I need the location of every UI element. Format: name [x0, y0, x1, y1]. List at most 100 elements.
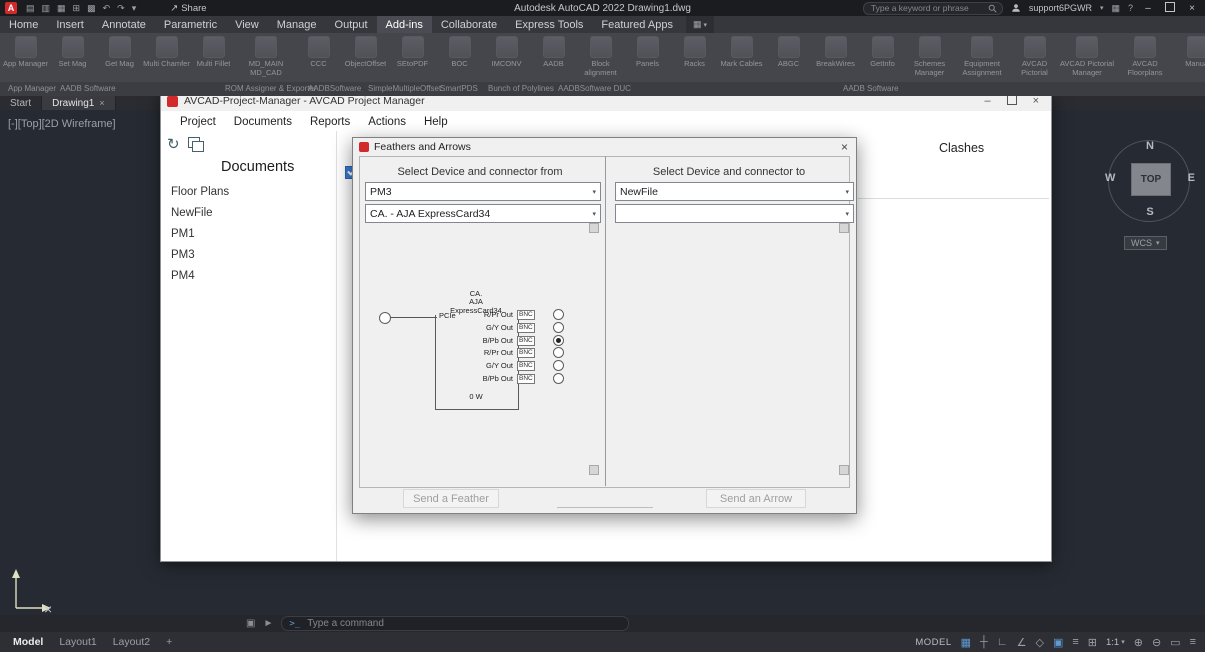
pm-menu-actions[interactable]: Actions: [359, 116, 415, 128]
ribbon-button-equipment-assignment[interactable]: Equipment Assignment: [953, 36, 1011, 77]
tab-parametric[interactable]: Parametric: [155, 16, 226, 33]
dialog-close-button[interactable]: ×: [841, 140, 848, 154]
ribbon-button-app-manager[interactable]: App Manager: [2, 36, 49, 69]
ribbon-group-label[interactable]: SmartPDS: [440, 84, 478, 93]
wcs-selector[interactable]: WCS ▾: [1124, 236, 1167, 250]
ribbon-group-label[interactable]: AADBSoftware: [308, 84, 361, 93]
layout-tab-layout2[interactable]: Layout2: [113, 636, 150, 648]
tab-output[interactable]: Output: [326, 16, 377, 33]
maximize-button[interactable]: [1163, 1, 1177, 15]
polar-icon[interactable]: ∠: [1017, 636, 1027, 649]
ribbon-button-aadb[interactable]: AADB: [530, 36, 577, 69]
search-input[interactable]: [868, 2, 985, 14]
new-file-icon[interactable]: ▤: [26, 0, 35, 16]
undo-icon[interactable]: ↶: [103, 0, 111, 16]
save-file-icon[interactable]: ▦: [57, 0, 66, 16]
ribbon-button-imconv[interactable]: IMCONV: [483, 36, 530, 69]
pm-minimize-button[interactable]: –: [984, 95, 990, 107]
command-input-box[interactable]: >_: [281, 616, 630, 631]
tab-collaborate[interactable]: Collaborate: [432, 16, 506, 33]
qat-dropdown-icon[interactable]: ▾: [132, 0, 137, 16]
file-tab-drawing1[interactable]: Drawing1 ×: [42, 96, 116, 110]
scroll-nub[interactable]: [839, 465, 849, 475]
ribbon-button-racks[interactable]: Racks: [671, 36, 718, 69]
ribbon-button-mark-cables[interactable]: Mark Cables: [718, 36, 765, 69]
ribbon-button-avcad-floorplans[interactable]: AVCAD Floorplans: [1116, 36, 1174, 77]
minimize-button[interactable]: –: [1141, 3, 1155, 14]
share-button[interactable]: ↗ Share: [170, 3, 206, 14]
pm-menu-reports[interactable]: Reports: [301, 116, 359, 128]
ribbon-group-label[interactable]: App Manager: [8, 84, 56, 93]
dynamic-input-icon[interactable]: ⊞: [1088, 636, 1097, 649]
send-arrow-button[interactable]: Send an Arrow: [706, 489, 806, 508]
search-icon[interactable]: [988, 4, 997, 13]
tab-express-tools[interactable]: Express Tools: [506, 16, 592, 33]
file-tab-start[interactable]: Start: [0, 96, 43, 110]
from-device-select[interactable]: PM3 ▾: [365, 182, 601, 201]
annotation-visibility-icon[interactable]: ⊕: [1134, 636, 1143, 649]
customization-icon[interactable]: ≡: [1190, 636, 1196, 648]
scroll-nub[interactable]: [589, 223, 599, 233]
account-caret-icon[interactable]: ▾: [1100, 4, 1104, 12]
to-connector-select[interactable]: ▾: [615, 204, 854, 223]
document-item-floor-plans[interactable]: Floor Plans: [169, 181, 329, 202]
viewcube-west[interactable]: W: [1105, 172, 1115, 184]
plot-icon[interactable]: ▩: [87, 0, 96, 16]
tab-manage[interactable]: Manage: [268, 16, 326, 33]
dialog-titlebar[interactable]: Feathers and Arrows ×: [353, 138, 856, 156]
ribbon-button-abgc[interactable]: ABGC: [765, 36, 812, 69]
ribbon-group-label[interactable]: SimpleMultipleOffset: [368, 84, 441, 93]
tab-close-icon[interactable]: ×: [99, 98, 104, 108]
open-file-icon[interactable]: ▥: [42, 0, 51, 16]
tab-add-ins[interactable]: Add-ins: [376, 16, 432, 33]
ribbon-button-set-mag[interactable]: Set Mag: [49, 36, 96, 69]
ribbon-button-ccc[interactable]: CCC: [295, 36, 342, 69]
viewcube-top-face[interactable]: TOP: [1131, 163, 1171, 196]
ribbon-group-label[interactable]: ROM Assigner & Exporter: [225, 84, 317, 93]
viewcube-east[interactable]: E: [1188, 172, 1195, 184]
pm-menu-documents[interactable]: Documents: [225, 116, 301, 128]
lineweight-icon[interactable]: ≡: [1072, 636, 1078, 648]
help-icon[interactable]: ?: [1128, 3, 1133, 13]
ortho-icon[interactable]: ∟: [997, 636, 1008, 648]
isodraft-icon[interactable]: ◇: [1035, 636, 1043, 649]
ribbon-button-multi-chamfer[interactable]: Multi Chamfer: [143, 36, 190, 69]
tab-featured-apps[interactable]: Featured Apps: [592, 16, 682, 33]
grid-icon[interactable]: ▦: [961, 636, 971, 649]
viewcube-south[interactable]: S: [1102, 206, 1198, 218]
layout-tab-layout1[interactable]: Layout1: [59, 636, 96, 648]
document-item-pm4[interactable]: PM4: [169, 265, 329, 286]
pm-menu-project[interactable]: Project: [171, 116, 225, 128]
ribbon-button-avcad-pictorial[interactable]: AVCAD Pictorial: [1011, 36, 1058, 77]
viewcube-north[interactable]: N: [1102, 140, 1198, 152]
document-item-newfile[interactable]: NewFile: [169, 202, 329, 223]
model-space-label[interactable]: MODEL: [915, 637, 951, 648]
ribbon-button-boc[interactable]: BOC: [436, 36, 483, 69]
annotation-scale-control[interactable]: 1:1 ▾: [1106, 637, 1125, 648]
isolate-objects-icon[interactable]: ▭: [1170, 636, 1180, 649]
help-search-box[interactable]: [862, 1, 1003, 15]
viewcube[interactable]: N W E S TOP WCS ▾: [1102, 132, 1198, 258]
document-item-pm3[interactable]: PM3: [169, 244, 329, 265]
pm-maximize-button[interactable]: [1006, 94, 1017, 108]
redo-icon[interactable]: ↷: [117, 0, 125, 16]
snap-icon[interactable]: ┼: [980, 636, 988, 648]
app-store-icon[interactable]: ▦: [1111, 3, 1120, 14]
scroll-nub[interactable]: [839, 223, 849, 233]
send-feather-button[interactable]: Send a Feather: [403, 489, 499, 508]
customize-icon[interactable]: ▣: [246, 618, 255, 629]
documents-stack-icon[interactable]: [187, 137, 204, 152]
account-name[interactable]: support6PGWR: [1029, 3, 1092, 13]
viewport-controls[interactable]: [-][Top][2D Wireframe]: [8, 118, 116, 130]
tab-annotate[interactable]: Annotate: [93, 16, 155, 33]
ribbon-button-md-main[interactable]: MD_MAIN MD_CAD: [237, 36, 295, 77]
refresh-icon[interactable]: ↻: [167, 135, 180, 153]
close-button[interactable]: ×: [1185, 3, 1199, 14]
tab-home[interactable]: Home: [0, 16, 47, 33]
ribbon-button-avcad-pictorial-manager[interactable]: AVCAD Pictorial Manager: [1058, 36, 1116, 77]
autocad-logo-icon[interactable]: A: [5, 2, 17, 14]
add-layout-button[interactable]: +: [166, 636, 172, 648]
ribbon-button-getinfo[interactable]: GetInfo: [859, 36, 906, 69]
pin-radio[interactable]: [552, 322, 564, 333]
from-connector-select[interactable]: CA. - AJA ExpressCard34 ▾: [365, 204, 601, 223]
